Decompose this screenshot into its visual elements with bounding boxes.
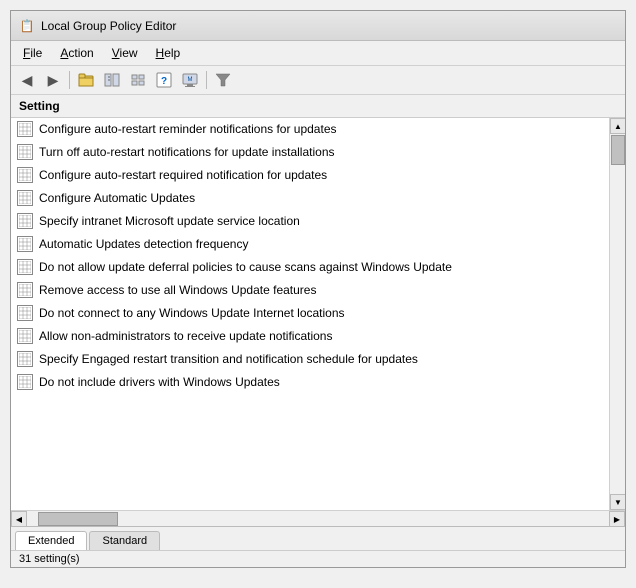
scroll-left-button[interactable]: ◀ (11, 511, 27, 526)
svg-text:?: ? (161, 76, 167, 87)
horiz-scroll-track[interactable] (27, 511, 609, 526)
status-bar: 31 setting(s) (11, 550, 625, 567)
policy-item-icon (17, 236, 33, 252)
show-hide-button[interactable] (100, 69, 124, 91)
list-item[interactable]: Do not connect to any Windows Update Int… (11, 302, 609, 325)
scroll-track[interactable] (610, 134, 625, 494)
window-title: Local Group Policy Editor (41, 19, 176, 33)
policy-item-text: Remove access to use all Windows Update … (39, 283, 316, 297)
toolbar-separator-2 (206, 71, 207, 89)
horiz-scroll-thumb[interactable] (38, 512, 118, 526)
menu-bar: File Action View Help (11, 41, 625, 66)
help-button[interactable]: ? (152, 69, 176, 91)
list-item[interactable]: Specify Engaged restart transition and n… (11, 348, 609, 371)
list-item[interactable]: Allow non-administrators to receive upda… (11, 325, 609, 348)
tabs-bar: Extended Standard (11, 526, 625, 550)
monitor-button[interactable]: M (178, 69, 202, 91)
policy-item-text: Do not connect to any Windows Update Int… (39, 306, 345, 320)
list-item[interactable]: Automatic Updates detection frequency (11, 233, 609, 256)
policy-item-text: Do not allow update deferral policies to… (39, 260, 452, 274)
policy-item-text: Configure auto-restart reminder notifica… (39, 122, 337, 136)
setting-column-header: Setting (19, 99, 60, 113)
menu-view[interactable]: View (104, 43, 146, 63)
toolbar: ◀ ▶ (11, 66, 625, 95)
folder-button[interactable] (74, 69, 98, 91)
list-item[interactable]: Configure auto-restart reminder notifica… (11, 118, 609, 141)
policy-item-icon (17, 351, 33, 367)
list-header: Setting (11, 95, 625, 118)
scroll-up-button[interactable]: ▲ (610, 118, 625, 134)
policy-item-icon (17, 328, 33, 344)
main-panel: Setting Configure auto-restart reminder … (11, 95, 625, 550)
list-item[interactable]: Remove access to use all Windows Update … (11, 279, 609, 302)
policy-item-icon (17, 190, 33, 206)
policy-item-text: Do not include drivers with Windows Upda… (39, 375, 280, 389)
scroll-down-button[interactable]: ▼ (610, 494, 625, 510)
menu-file[interactable]: File (15, 43, 50, 63)
list-button[interactable] (126, 69, 150, 91)
list-item[interactable]: Configure Automatic Updates (11, 187, 609, 210)
policy-item-text: Specify Engaged restart transition and n… (39, 352, 418, 366)
content-area: Setting Configure auto-restart reminder … (11, 95, 625, 550)
status-text: 31 setting(s) (19, 553, 80, 565)
scroll-thumb[interactable] (611, 135, 625, 165)
policy-item-icon (17, 167, 33, 183)
list-item[interactable]: Do not allow update deferral policies to… (11, 256, 609, 279)
list-item[interactable]: Do not include drivers with Windows Upda… (11, 371, 609, 394)
forward-button[interactable]: ▶ (41, 69, 65, 91)
policy-item-icon (17, 305, 33, 321)
policy-item-icon (17, 374, 33, 390)
policy-item-text: Allow non-administrators to receive upda… (39, 329, 332, 343)
policy-item-text: Automatic Updates detection frequency (39, 237, 248, 251)
tab-standard[interactable]: Standard (89, 531, 160, 550)
policy-list[interactable]: Configure auto-restart reminder notifica… (11, 118, 609, 510)
horizontal-scrollbar[interactable]: ◀ ▶ (11, 510, 625, 526)
policy-item-icon (17, 282, 33, 298)
main-window: 📋 Local Group Policy Editor File Action … (10, 10, 626, 568)
menu-help[interactable]: Help (148, 43, 189, 63)
policy-item-icon (17, 144, 33, 160)
scroll-right-button[interactable]: ▶ (609, 511, 625, 526)
policy-item-icon (17, 259, 33, 275)
filter-button[interactable] (211, 69, 235, 91)
title-bar: 📋 Local Group Policy Editor (11, 11, 625, 41)
toolbar-separator-1 (69, 71, 70, 89)
policy-item-text: Specify intranet Microsoft update servic… (39, 214, 300, 228)
policy-item-icon (17, 121, 33, 137)
vertical-scrollbar[interactable]: ▲ ▼ (609, 118, 625, 510)
list-item[interactable]: Turn off auto-restart notifications for … (11, 141, 609, 164)
list-item[interactable]: Configure auto-restart required notifica… (11, 164, 609, 187)
svg-text:M: M (188, 77, 193, 83)
policy-item-text: Configure auto-restart required notifica… (39, 168, 327, 182)
policy-item-icon (17, 213, 33, 229)
back-button[interactable]: ◀ (15, 69, 39, 91)
list-item[interactable]: Specify intranet Microsoft update servic… (11, 210, 609, 233)
policy-item-text: Configure Automatic Updates (39, 191, 195, 205)
menu-action[interactable]: Action (52, 43, 101, 63)
policy-item-text: Turn off auto-restart notifications for … (39, 145, 335, 159)
tab-extended[interactable]: Extended (15, 531, 87, 550)
app-icon: 📋 (19, 18, 35, 34)
